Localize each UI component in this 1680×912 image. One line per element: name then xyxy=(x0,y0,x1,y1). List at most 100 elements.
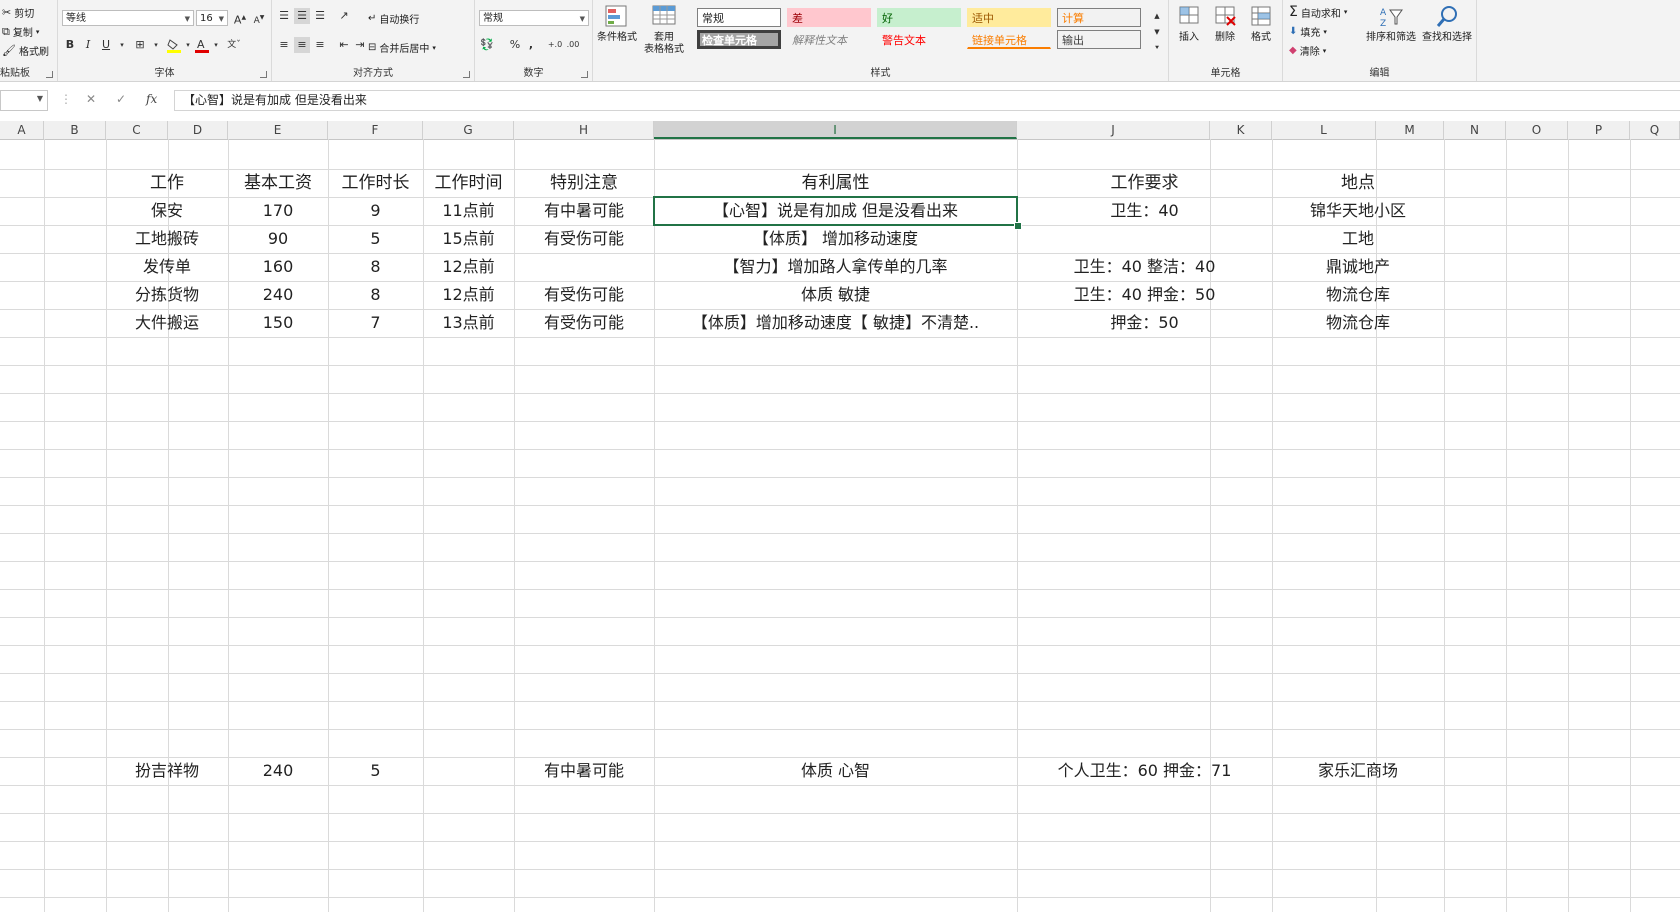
sort-filter-button[interactable]: AZ 排序和筛选 xyxy=(1363,4,1419,44)
dialog-launcher-icon[interactable] xyxy=(46,71,53,78)
cut-button[interactable]: ✂ 剪切 xyxy=(2,5,34,20)
insert-function-icon[interactable]: fx xyxy=(146,92,157,106)
column-header-l[interactable]: L xyxy=(1272,121,1376,139)
increase-font-icon[interactable]: A▲ xyxy=(232,10,248,27)
header-salary[interactable]: 基本工资 xyxy=(228,169,328,197)
increase-decimal-icon[interactable]: +.0 xyxy=(547,37,563,53)
borders-icon[interactable]: ⊞ xyxy=(132,37,148,53)
chevron-down-icon[interactable]: ▾ xyxy=(148,37,164,53)
row-3-hours[interactable]: 8 xyxy=(328,253,423,281)
copy-button[interactable]: ⧉ 复制 ▾ xyxy=(2,24,39,40)
row-5-hours[interactable]: 7 xyxy=(328,309,423,337)
row-extra-hours[interactable]: 5 xyxy=(328,757,423,785)
row-5-time[interactable]: 13点前 xyxy=(423,309,514,337)
fill-button[interactable]: ⬇ 填充 ▾ xyxy=(1289,24,1327,39)
cell-style-3[interactable]: 适中 xyxy=(967,8,1051,27)
currency-icon[interactable]: 💱 xyxy=(479,37,495,53)
row-1-requirement[interactable]: 卫生：40 xyxy=(1017,197,1272,225)
cell-style-7[interactable]: 警告文本 xyxy=(877,30,961,49)
find-select-button[interactable]: 查找和选择 xyxy=(1419,4,1475,44)
align-center-icon[interactable]: ≡ xyxy=(294,37,310,53)
header-hours[interactable]: 工作时长 xyxy=(328,169,423,197)
row-4-location[interactable]: 物流仓库 xyxy=(1272,281,1444,309)
row-extra-note[interactable]: 有中暑可能 xyxy=(514,757,654,785)
conditional-format-button[interactable]: 条件格式 xyxy=(597,4,637,44)
clear-button[interactable]: ◆ 清除 ▾ xyxy=(1289,43,1326,58)
row-2-location[interactable]: 工地 xyxy=(1272,225,1444,253)
fill-handle[interactable] xyxy=(1014,222,1022,230)
row-extra-job[interactable]: 扮吉祥物 xyxy=(106,757,228,785)
column-header-b[interactable]: B xyxy=(44,121,106,139)
align-middle-icon[interactable]: ☰ xyxy=(294,8,310,24)
row-3-location[interactable]: 鼎诚地产 xyxy=(1272,253,1444,281)
column-header-c[interactable]: C xyxy=(106,121,168,139)
row-5-job[interactable]: 大件搬运 xyxy=(106,309,228,337)
row-4-note[interactable]: 有受伤可能 xyxy=(514,281,654,309)
insert-button[interactable]: 插入 xyxy=(1173,4,1205,44)
delete-button[interactable]: 删除 xyxy=(1209,4,1241,44)
header-location[interactable]: 地点 xyxy=(1272,169,1444,197)
row-1-note[interactable]: 有中暑可能 xyxy=(514,197,654,225)
bold-button[interactable]: B xyxy=(62,37,78,53)
row-extra-time[interactable] xyxy=(423,757,514,785)
cell-style-5[interactable]: 检查单元格 xyxy=(697,30,781,49)
header-requirement[interactable]: 工作要求 xyxy=(1017,169,1272,197)
row-2-job[interactable]: 工地搬砖 xyxy=(106,225,228,253)
cell-style-8[interactable]: 链接单元格 xyxy=(967,30,1051,49)
formula-input[interactable]: 【心智】说是有加成 但是没看出来 xyxy=(174,90,1680,111)
format-painter-button[interactable]: 🖌 格式刷 xyxy=(2,43,49,58)
row-5-salary[interactable]: 150 xyxy=(228,309,328,337)
row-3-note[interactable] xyxy=(514,253,654,281)
cell-style-1[interactable]: 差 xyxy=(787,8,871,27)
cell-style-0[interactable]: 常规 xyxy=(697,8,781,27)
format-as-table-button[interactable]: 套用 表格格式 xyxy=(639,4,689,56)
row-4-hours[interactable]: 8 xyxy=(328,281,423,309)
wrap-text-button[interactable]: ↵ 自动换行 xyxy=(368,11,419,26)
column-header-o[interactable]: O xyxy=(1506,121,1568,139)
header-attribute[interactable]: 有利属性 xyxy=(654,169,1017,197)
column-header-j[interactable]: J xyxy=(1017,121,1210,139)
name-box[interactable]: ▼ xyxy=(0,90,48,111)
row-4-requirement[interactable]: 卫生：40 押金：50 xyxy=(1017,281,1272,309)
row-4-time[interactable]: 12点前 xyxy=(423,281,514,309)
row-2-hours[interactable]: 5 xyxy=(328,225,423,253)
chevron-down-icon[interactable]: ▾ xyxy=(208,37,224,53)
row-5-note[interactable]: 有受伤可能 xyxy=(514,309,654,337)
dialog-launcher-icon[interactable] xyxy=(581,71,588,78)
chevron-up-icon[interactable]: ▲ xyxy=(1149,8,1165,24)
underline-button[interactable]: U xyxy=(98,37,114,53)
confirm-icon[interactable]: ✓ xyxy=(116,92,126,106)
cell-style-4[interactable]: 计算 xyxy=(1057,8,1141,27)
row-4-salary[interactable]: 240 xyxy=(228,281,328,309)
header-note[interactable]: 特别注意 xyxy=(514,169,654,197)
column-header-f[interactable]: F xyxy=(328,121,423,139)
cell-style-2[interactable]: 好 xyxy=(877,8,961,27)
row-1-hours[interactable]: 9 xyxy=(328,197,423,225)
column-header-a[interactable]: A xyxy=(0,121,44,139)
column-header-k[interactable]: K xyxy=(1210,121,1272,139)
align-bottom-icon[interactable]: ☰ xyxy=(312,8,328,24)
font-size-select[interactable]: 16 ▼ xyxy=(196,10,228,26)
column-header-h[interactable]: H xyxy=(514,121,654,139)
header-time[interactable]: 工作时间 xyxy=(423,169,514,197)
cell-style-6[interactable]: 解释性文本 xyxy=(787,30,871,49)
row-5-requirement[interactable]: 押金：50 xyxy=(1017,309,1272,337)
column-header-d[interactable]: D xyxy=(168,121,228,139)
number-format-select[interactable]: 常规 ▼ xyxy=(479,10,589,26)
font-name-select[interactable]: 等线 ▼ xyxy=(62,10,194,26)
column-header-q[interactable]: Q xyxy=(1630,121,1680,139)
row-5-location[interactable]: 物流仓库 xyxy=(1272,309,1444,337)
row-extra-attribute[interactable]: 体质 心智 xyxy=(654,757,1017,785)
row-1-location[interactable]: 锦华天地小区 xyxy=(1272,197,1444,225)
row-1-job[interactable]: 保安 xyxy=(106,197,228,225)
row-3-salary[interactable]: 160 xyxy=(228,253,328,281)
column-header-n[interactable]: N xyxy=(1444,121,1506,139)
row-extra-location[interactable]: 家乐汇商场 xyxy=(1272,757,1444,785)
italic-button[interactable]: I xyxy=(80,37,96,53)
orientation-icon[interactable]: ↗ xyxy=(336,8,352,24)
row-2-requirement[interactable] xyxy=(1017,225,1272,253)
column-header-e[interactable]: E xyxy=(228,121,328,139)
format-button[interactable]: 格式 xyxy=(1245,4,1277,44)
decrease-indent-icon[interactable]: ⇤ xyxy=(336,37,352,53)
row-2-note[interactable]: 有受伤可能 xyxy=(514,225,654,253)
